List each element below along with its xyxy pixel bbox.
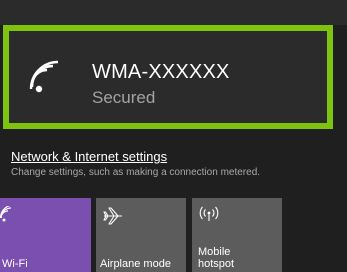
wifi-toggle-button[interactable]: Wi-Fi	[0, 198, 91, 272]
mobile-hotspot-icon	[198, 206, 220, 229]
hotspot-tile-label: Mobile hotspot	[198, 246, 234, 270]
airplane-tile-label: Airplane mode	[100, 258, 171, 270]
network-status: Secured	[92, 88, 156, 107]
wifi-tile-label: Wi-Fi	[2, 258, 28, 270]
airplane-mode-toggle-button[interactable]: Airplane mode	[96, 198, 186, 272]
wifi-icon	[0, 204, 18, 229]
network-name: WMA-XXXXXX	[92, 61, 230, 83]
network-settings-description: Change settings, such as making a connec…	[11, 167, 261, 178]
hotspot-tile-label-line1: Mobile	[198, 246, 231, 258]
airplane-icon	[102, 206, 124, 231]
previous-network-item[interactable]	[0, 0, 347, 25]
hotspot-tile-label-line2: hotspot	[198, 258, 235, 270]
mobile-hotspot-toggle-button[interactable]: Mobile hotspot	[192, 198, 282, 272]
wifi-icon	[29, 59, 69, 99]
network-item-wma[interactable]: WMA-XXXXXX Secured	[3, 25, 333, 129]
network-flyout: WMA-XXXXXX Secured Network & Internet se…	[0, 0, 347, 272]
network-settings-link[interactable]: Network & Internet settings	[11, 149, 167, 164]
